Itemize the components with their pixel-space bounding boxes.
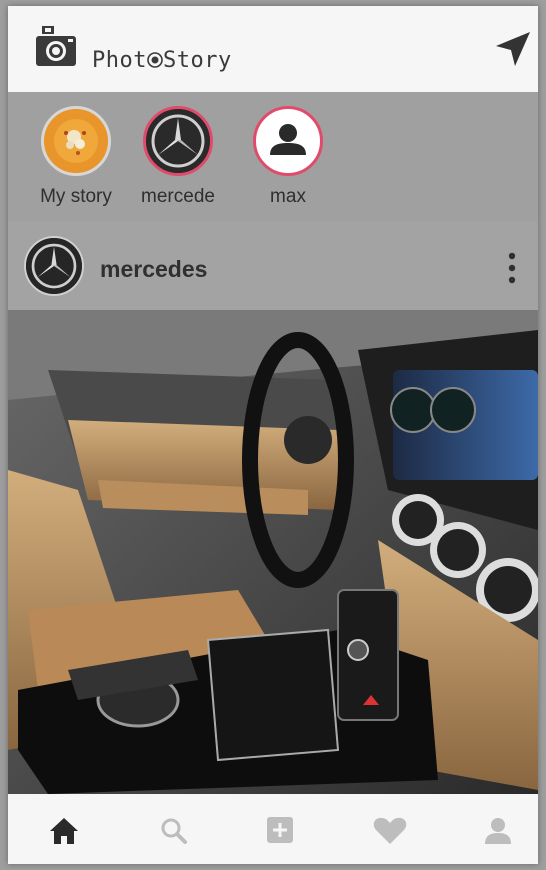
- navigation-arrow-icon[interactable]: [494, 30, 532, 68]
- app-title: Phot Story: [92, 48, 232, 73]
- post-username[interactable]: mercedes: [100, 256, 207, 283]
- story-mercede[interactable]: mercede: [128, 106, 228, 208]
- story-label: max: [270, 186, 306, 207]
- post-avatar[interactable]: [24, 236, 84, 296]
- story-avatar: [41, 106, 111, 176]
- more-vertical-icon[interactable]: [502, 250, 522, 286]
- story-max[interactable]: max: [238, 106, 338, 208]
- food-thumbnail-icon: [44, 109, 108, 173]
- add-icon[interactable]: [260, 814, 300, 848]
- profile-icon[interactable]: [478, 814, 518, 848]
- app-title-prefix: Phot: [92, 48, 147, 73]
- story-avatar: [143, 106, 213, 176]
- story-label: My story: [40, 186, 112, 207]
- camera-icon: [36, 26, 76, 66]
- heart-icon[interactable]: [370, 814, 410, 848]
- mercedes-logo-icon: [26, 238, 82, 294]
- post-image[interactable]: [8, 310, 538, 794]
- home-icon[interactable]: [44, 814, 84, 848]
- post-header: mercedes: [8, 222, 538, 312]
- app-frame: Phot Story My story mercede max mercedes: [8, 6, 538, 864]
- story-my-story[interactable]: My story: [26, 106, 126, 208]
- stories-bar: My story mercede max: [8, 92, 538, 222]
- person-icon: [270, 124, 306, 155]
- app-title-suffix: Story: [162, 48, 232, 73]
- story-label: mercede: [141, 186, 215, 207]
- search-icon[interactable]: [154, 814, 194, 848]
- story-avatar: [253, 106, 323, 176]
- lens-glyph-icon: [147, 52, 163, 68]
- mercedes-logo-icon: [146, 109, 210, 173]
- app-bar: Phot Story: [8, 6, 538, 92]
- car-interior-photo: [8, 310, 538, 794]
- bottom-navigation: [8, 794, 538, 864]
